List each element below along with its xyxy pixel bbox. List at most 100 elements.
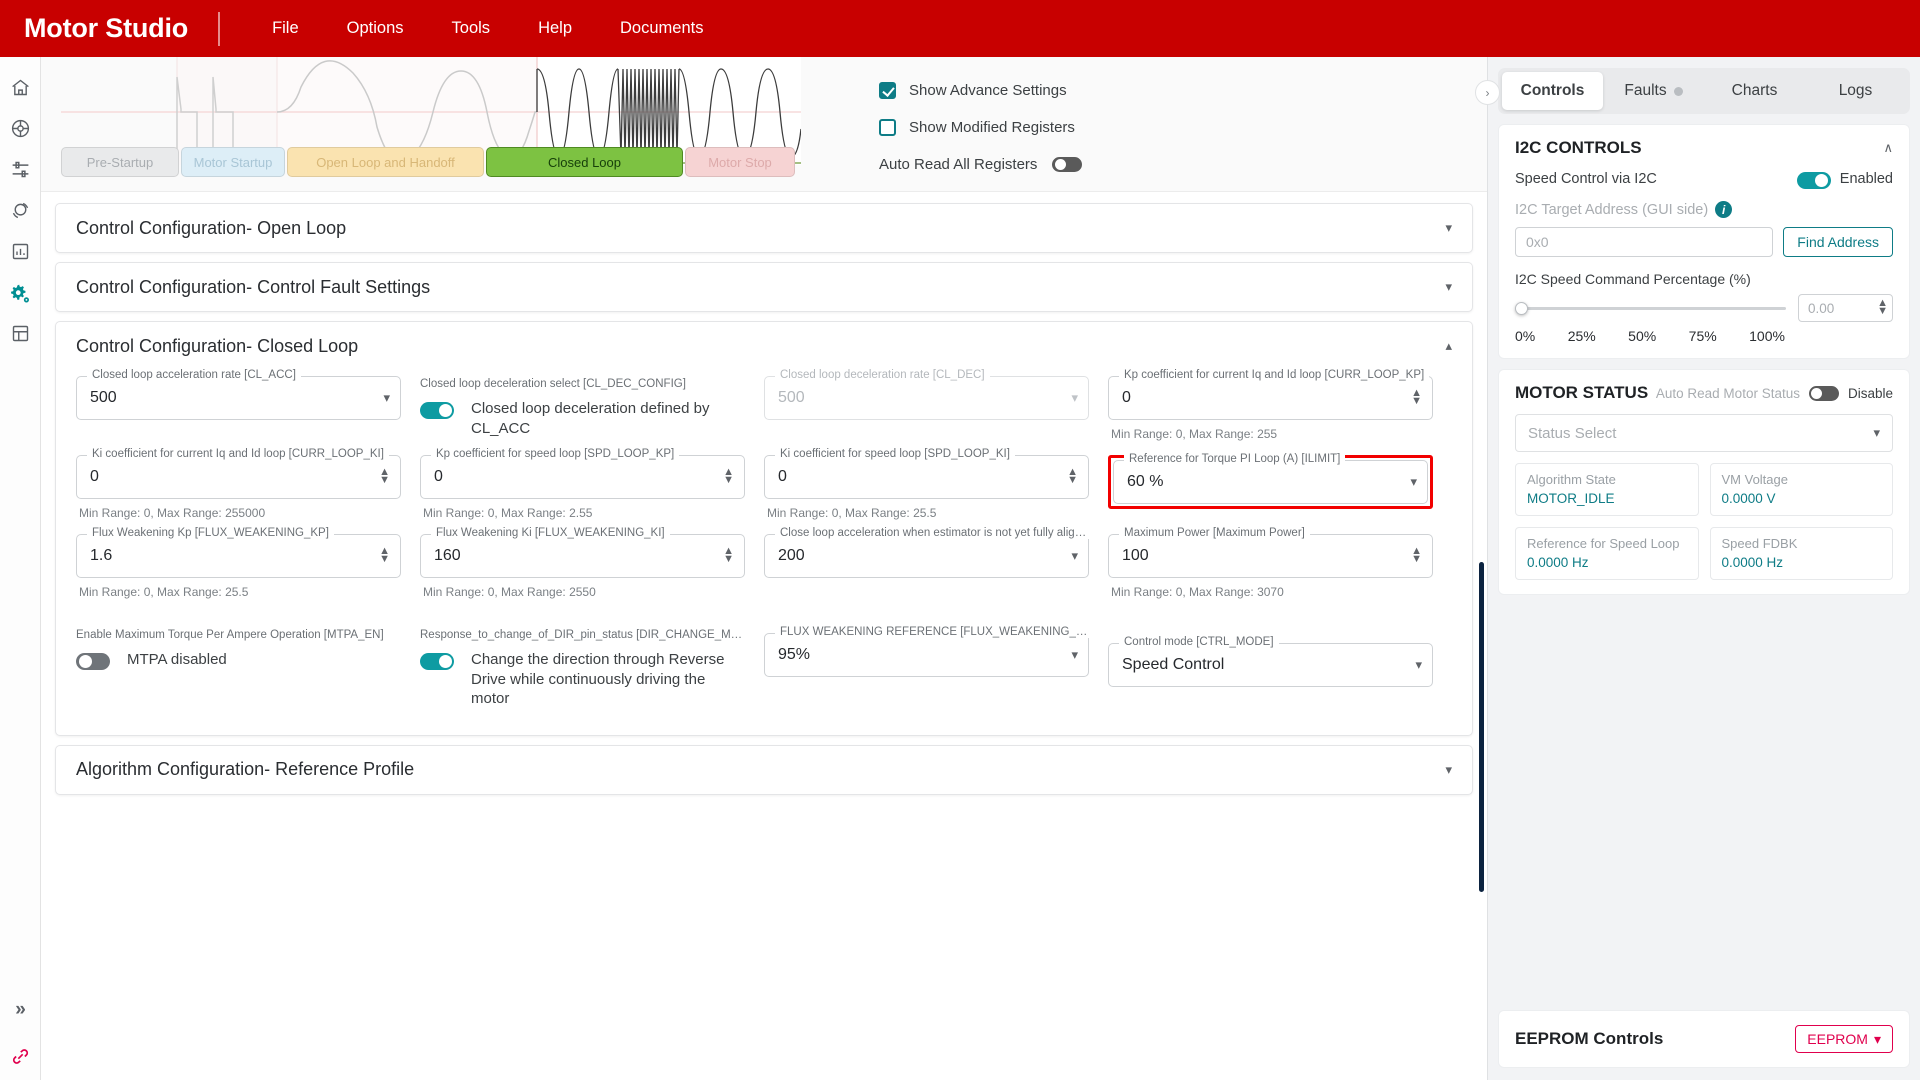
charts-icon[interactable] [0, 231, 41, 272]
info-icon[interactable]: i [1715, 201, 1732, 218]
chevron-down-icon[interactable]: ▾ [1407, 657, 1422, 673]
settings-gear-icon[interactable] [0, 272, 41, 313]
slider-thumb[interactable] [1515, 302, 1528, 315]
show-modified-registers-checkbox[interactable] [879, 119, 896, 136]
link-icon[interactable] [0, 1032, 41, 1080]
ctrl-mode-select[interactable]: Control mode [CTRL_MODE] Speed Control ▾ [1108, 643, 1433, 687]
cl-dec-config-row[interactable]: Closed loop deceleration defined by CL_A… [420, 399, 745, 438]
spd-loop-ki-value[interactable]: 0 [778, 468, 1059, 486]
settings-scroll-area[interactable]: Control Configuration- Open Loop ▾ Contr… [41, 192, 1487, 1080]
eeprom-button[interactable]: EEPROM ▾ [1795, 1025, 1893, 1053]
show-advance-settings-checkbox[interactable] [879, 82, 896, 99]
chevron-down-icon[interactable]: ▾ [1402, 474, 1417, 490]
flux-weakening-ki-stepper[interactable]: Flux Weakening Ki [FLUX_WEAKENING_KI] 16… [420, 534, 745, 578]
auto-read-all-registers-row[interactable]: Auto Read All Registers [879, 149, 1082, 179]
cl-acc-select[interactable]: Closed loop acceleration rate [CL_ACC] 5… [76, 376, 401, 420]
mtpa-en-toggle[interactable] [76, 653, 110, 670]
field-flux-weakening-ki: Flux Weakening Ki [FLUX_WEAKENING_KI] 16… [420, 534, 764, 609]
spinner-icon[interactable]: ▲▼ [1403, 390, 1422, 406]
field-ilimit: Reference for Torque PI Loop (A) [ILIMIT… [1108, 455, 1452, 530]
collapse-panel-chevron-icon[interactable]: › [1475, 80, 1500, 105]
expand-rail-icon[interactable]: » [0, 988, 41, 1032]
curr-loop-ki-value[interactable]: 0 [90, 468, 371, 486]
maximum-power-value[interactable]: 100 [1122, 547, 1403, 565]
tab-controls[interactable]: Controls [1502, 72, 1603, 110]
cl-dec-config-text: Closed loop deceleration defined by CL_A… [471, 399, 745, 438]
chevron-up-icon[interactable]: ▴ [1445, 338, 1452, 354]
chevron-down-icon[interactable]: ▾ [1063, 390, 1078, 406]
state-button-closed-loop[interactable]: Closed Loop [486, 147, 683, 177]
chevron-down-icon[interactable]: ▾ [1445, 762, 1452, 778]
target-address-input[interactable]: 0x0 [1515, 227, 1773, 257]
spinner-icon[interactable]: ▲▼ [715, 469, 734, 485]
state-button-open-loop-handoff[interactable]: Open Loop and Handoff [287, 147, 484, 177]
chevron-down-icon[interactable]: ▾ [375, 390, 390, 406]
state-button-motor-startup[interactable]: Motor Startup [181, 147, 285, 177]
speed-control-toggle[interactable] [1797, 172, 1831, 189]
speed-control-toggle-group[interactable]: Enabled [1797, 169, 1893, 189]
tuning-sliders-icon[interactable] [0, 149, 41, 190]
show-advance-settings-row[interactable]: Show Advance Settings [879, 75, 1082, 105]
chevron-down-icon[interactable]: ▾ [1063, 647, 1078, 663]
menu-item-file[interactable]: File [248, 13, 323, 44]
cl-dec-select[interactable]: Closed loop deceleration rate [CL_DEC] 5… [764, 376, 1089, 420]
spd-loop-ki-stepper[interactable]: Ki coefficient for speed loop [SPD_LOOP_… [764, 455, 1089, 499]
spinner-icon[interactable]: ▲▼ [715, 548, 734, 564]
curr-loop-kp-stepper[interactable]: Kp coefficient for current Iq and Id loo… [1108, 376, 1433, 420]
cl-acc-unaligned-select[interactable]: Close loop acceleration when estimator i… [764, 534, 1089, 578]
tab-logs[interactable]: Logs [1805, 72, 1906, 110]
accordion-header-open-loop[interactable]: Control Configuration- Open Loop ▾ [56, 204, 1472, 252]
maximum-power-stepper[interactable]: Maximum Power [Maximum Power] 100 ▲▼ [1108, 534, 1433, 578]
accordion-header-control-fault-settings[interactable]: Control Configuration- Control Fault Set… [56, 263, 1472, 311]
flux-weakening-kp-value[interactable]: 1.6 [90, 547, 371, 565]
spin-icon[interactable] [0, 190, 41, 231]
home-icon[interactable] [0, 67, 41, 108]
speed-command-slider[interactable] [1515, 307, 1786, 310]
content-scrollbar[interactable] [1479, 562, 1484, 892]
motor-icon[interactable] [0, 108, 41, 149]
registers-icon[interactable] [0, 313, 41, 354]
chevron-down-icon[interactable]: ▾ [1873, 425, 1880, 441]
cl-acc-unaligned-value: 200 [778, 547, 1063, 565]
menu-item-documents[interactable]: Documents [596, 13, 727, 44]
flux-weakening-kp-stepper[interactable]: Flux Weakening Kp [FLUX_WEAKENING_KP] 1.… [76, 534, 401, 578]
tab-charts[interactable]: Charts [1704, 72, 1805, 110]
spinner-icon[interactable]: ▲▼ [1869, 300, 1888, 316]
mtpa-en-row[interactable]: MTPA disabled [76, 650, 401, 670]
auto-read-motor-status-group[interactable]: Auto Read Motor Status Disable [1656, 386, 1893, 401]
cl-dec-config-toggle[interactable] [420, 402, 454, 419]
show-modified-registers-row[interactable]: Show Modified Registers [879, 112, 1082, 142]
ilimit-select[interactable]: Reference for Torque PI Loop (A) [ILIMIT… [1113, 460, 1428, 504]
ctrl-mode-label: Control mode [CTRL_MODE] [1119, 636, 1279, 648]
find-address-button[interactable]: Find Address [1783, 227, 1893, 257]
chevron-down-icon[interactable]: ▾ [1445, 220, 1452, 236]
spinner-icon[interactable]: ▲▼ [371, 548, 390, 564]
dir-change-mode-toggle[interactable] [420, 653, 454, 670]
status-select[interactable]: Status Select ▾ [1515, 414, 1893, 452]
curr-loop-ki-stepper[interactable]: Ki coefficient for current Iq and Id loo… [76, 455, 401, 499]
accordion-header-closed-loop[interactable]: Control Configuration- Closed Loop ▴ [56, 322, 1472, 370]
state-button-pre-startup[interactable]: Pre-Startup [61, 147, 179, 177]
spinner-icon[interactable]: ▲▼ [371, 469, 390, 485]
curr-loop-kp-value[interactable]: 0 [1122, 389, 1403, 407]
state-button-motor-stop[interactable]: Motor Stop [685, 147, 795, 177]
chevron-up-icon[interactable]: ∧ [1883, 140, 1893, 156]
accordion-header-reference-profile[interactable]: Algorithm Configuration- Reference Profi… [56, 746, 1472, 794]
spinner-icon[interactable]: ▲▼ [1403, 548, 1422, 564]
curr-loop-ki-label: Ki coefficient for current Iq and Id loo… [87, 448, 389, 460]
chevron-down-icon[interactable]: ▾ [1063, 548, 1078, 564]
auto-read-all-registers-toggle[interactable] [1052, 157, 1082, 172]
spinner-icon[interactable]: ▲▼ [1059, 469, 1078, 485]
chevron-down-icon[interactable]: ▾ [1445, 279, 1452, 295]
speed-command-input[interactable]: 0.00 ▲▼ [1798, 294, 1893, 322]
spd-loop-kp-value[interactable]: 0 [434, 468, 715, 486]
flux-weakening-ki-value[interactable]: 160 [434, 547, 715, 565]
menu-item-tools[interactable]: Tools [428, 13, 515, 44]
menu-item-options[interactable]: Options [323, 13, 428, 44]
spd-loop-kp-stepper[interactable]: Kp coefficient for speed loop [SPD_LOOP_… [420, 455, 745, 499]
dir-change-mode-row[interactable]: Change the direction through Reverse Dri… [420, 650, 745, 709]
flux-weakening-reference-select[interactable]: FLUX WEAKENING REFERENCE [FLUX_WEAKENING… [764, 633, 1089, 677]
tab-faults[interactable]: Faults [1603, 72, 1704, 110]
auto-read-motor-status-toggle[interactable] [1809, 386, 1839, 401]
menu-item-help[interactable]: Help [514, 13, 596, 44]
